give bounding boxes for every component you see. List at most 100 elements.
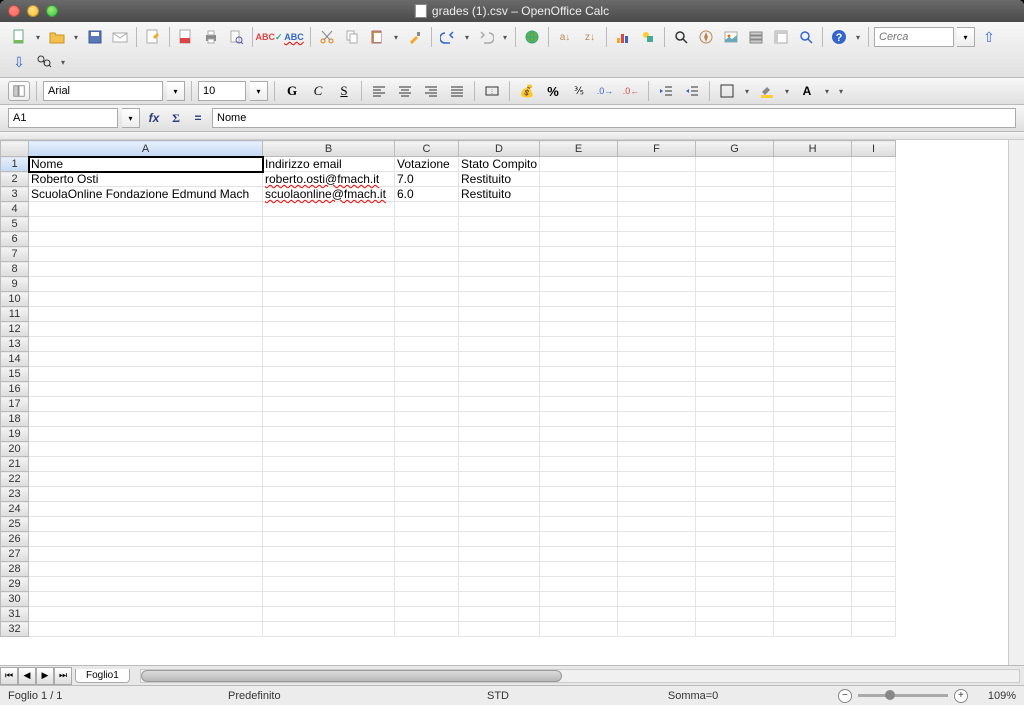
zoom-button[interactable] [795, 26, 817, 48]
cell[interactable] [618, 592, 696, 607]
find-button[interactable] [670, 26, 692, 48]
row-header[interactable]: 26 [1, 532, 29, 547]
cell[interactable] [696, 307, 774, 322]
cell[interactable] [263, 622, 395, 637]
cell[interactable] [618, 532, 696, 547]
paste-button[interactable] [366, 26, 388, 48]
cell[interactable] [774, 157, 852, 172]
cell[interactable] [29, 517, 263, 532]
cell[interactable] [263, 472, 395, 487]
font-size-dropdown[interactable]: ▾ [250, 81, 268, 101]
cell[interactable] [459, 547, 540, 562]
cell[interactable] [618, 502, 696, 517]
cell[interactable] [263, 532, 395, 547]
chart-button[interactable] [612, 26, 634, 48]
cell[interactable] [774, 622, 852, 637]
cell[interactable] [395, 202, 459, 217]
cell[interactable] [540, 202, 618, 217]
cell[interactable] [459, 232, 540, 247]
zoom-in-button[interactable]: + [954, 689, 968, 703]
cell[interactable] [263, 607, 395, 622]
cell[interactable] [29, 247, 263, 262]
cell[interactable] [29, 427, 263, 442]
cell[interactable] [774, 532, 852, 547]
row-header[interactable]: 6 [1, 232, 29, 247]
cell[interactable] [29, 337, 263, 352]
cell[interactable] [618, 547, 696, 562]
row-header[interactable]: 23 [1, 487, 29, 502]
cell[interactable] [263, 232, 395, 247]
cell[interactable] [774, 502, 852, 517]
cell[interactable] [774, 217, 852, 232]
cell[interactable] [696, 442, 774, 457]
cell[interactable] [263, 502, 395, 517]
status-insert-mode[interactable]: STD [448, 690, 548, 702]
cell-reference-dropdown[interactable]: ▾ [122, 108, 140, 128]
add-decimal-button[interactable]: .0→ [594, 81, 616, 101]
cell[interactable] [774, 607, 852, 622]
cell[interactable] [618, 262, 696, 277]
cell[interactable] [540, 292, 618, 307]
cell[interactable] [263, 337, 395, 352]
cell[interactable] [696, 487, 774, 502]
column-header[interactable]: E [540, 141, 618, 157]
show-draw-button[interactable] [637, 26, 659, 48]
cell[interactable] [696, 352, 774, 367]
cell[interactable] [696, 262, 774, 277]
align-justify-button[interactable] [446, 81, 468, 101]
cell[interactable] [263, 487, 395, 502]
vertical-scrollbar[interactable] [1008, 140, 1024, 665]
cell[interactable] [618, 517, 696, 532]
cell[interactable] [540, 577, 618, 592]
cell[interactable] [696, 502, 774, 517]
email-button[interactable] [109, 26, 131, 48]
cell[interactable] [618, 607, 696, 622]
row-header[interactable]: 8 [1, 262, 29, 277]
cell[interactable] [618, 172, 696, 187]
cell[interactable] [263, 412, 395, 427]
cell[interactable] [774, 592, 852, 607]
cell[interactable] [540, 187, 618, 202]
cell[interactable] [618, 622, 696, 637]
cell[interactable] [540, 502, 618, 517]
cell[interactable] [696, 202, 774, 217]
cell[interactable] [395, 427, 459, 442]
cell[interactable] [540, 352, 618, 367]
row-header[interactable]: 28 [1, 562, 29, 577]
cell[interactable] [774, 397, 852, 412]
cell[interactable] [263, 262, 395, 277]
increase-indent-button[interactable] [681, 81, 703, 101]
font-color-button[interactable]: A [796, 81, 818, 101]
cell[interactable] [459, 322, 540, 337]
cell[interactable] [29, 277, 263, 292]
cell[interactable] [395, 232, 459, 247]
cell[interactable] [459, 427, 540, 442]
gallery-button[interactable] [720, 26, 742, 48]
cell[interactable]: Restituito [459, 172, 540, 187]
cell[interactable] [540, 517, 618, 532]
align-center-button[interactable] [394, 81, 416, 101]
hyperlink-button[interactable] [521, 26, 543, 48]
column-header[interactable]: A [29, 141, 263, 157]
cell[interactable] [774, 232, 852, 247]
cell[interactable] [29, 547, 263, 562]
cell[interactable] [774, 352, 852, 367]
cell[interactable] [263, 382, 395, 397]
cell[interactable] [29, 232, 263, 247]
cell[interactable] [29, 262, 263, 277]
cell[interactable] [459, 502, 540, 517]
column-header[interactable]: D [459, 141, 540, 157]
cell[interactable] [29, 532, 263, 547]
cell[interactable] [29, 292, 263, 307]
underline-button[interactable]: S [333, 81, 355, 101]
cell[interactable] [540, 232, 618, 247]
minimize-window-button[interactable] [27, 5, 39, 17]
cell[interactable] [540, 322, 618, 337]
cell[interactable] [29, 592, 263, 607]
cell[interactable] [852, 457, 896, 472]
decrease-indent-button[interactable] [655, 81, 677, 101]
cell[interactable]: roberto.osti@fmach.it [263, 172, 395, 187]
cell[interactable] [618, 457, 696, 472]
cell[interactable] [395, 472, 459, 487]
cell[interactable] [618, 412, 696, 427]
